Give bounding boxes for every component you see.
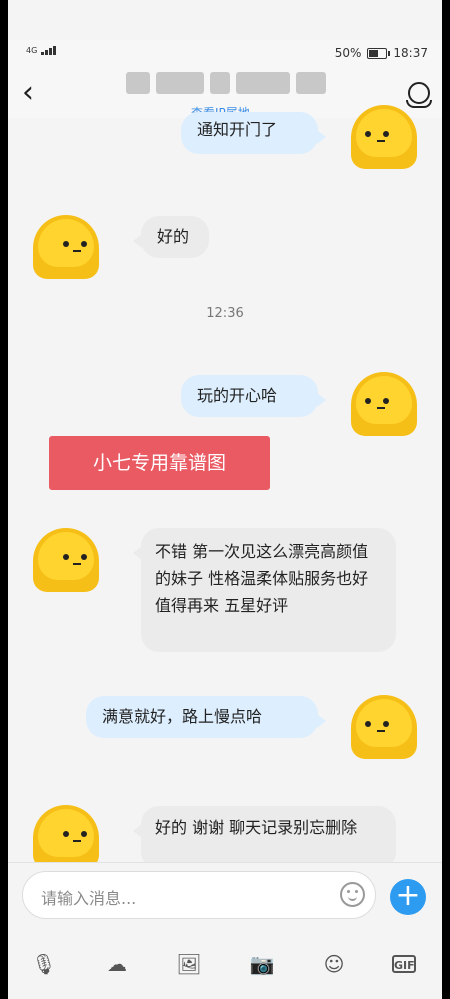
my-avatar[interactable] bbox=[351, 105, 417, 169]
clock: 18:37 bbox=[393, 46, 428, 60]
status-bar: 4G 50% 18:37 bbox=[8, 40, 442, 68]
message-out-2: 玩的开心哈 bbox=[181, 375, 326, 417]
message-text: 满意就好，路上慢点哈 bbox=[102, 707, 263, 726]
message-out-1: 通知开门了 bbox=[181, 112, 326, 154]
message-in-1: 好的 bbox=[133, 216, 209, 258]
chevron-left-icon[interactable]: ‹ bbox=[22, 78, 34, 108]
message-text: 好的 bbox=[157, 227, 190, 246]
microphone-icon[interactable]: 🎙 bbox=[29, 949, 59, 979]
network-label: 4G bbox=[26, 46, 38, 55]
cloud-icon[interactable]: ☁ bbox=[102, 949, 132, 979]
battery-icon bbox=[367, 47, 391, 59]
message-placeholder: 请输入消息... bbox=[41, 889, 137, 908]
chat-screen: 4G 50% 18:37 ‹ 查看IP属地 通知开门了 好的 12:36 bbox=[8, 0, 442, 999]
recommendation-button[interactable]: 小七专用靠谱图 bbox=[49, 436, 270, 490]
message-text: 通知开门了 bbox=[197, 120, 278, 139]
smile-icon[interactable]: ☺ bbox=[319, 949, 349, 979]
contact-name-blurred bbox=[126, 72, 336, 94]
contact-avatar[interactable] bbox=[33, 528, 99, 592]
message-text: 玩的开心哈 bbox=[197, 386, 278, 405]
message-text: 不错 第一次见这么漂亮高颜值的妹子 性格温柔体贴服务也好 值得再来 五星好评 bbox=[155, 542, 369, 615]
message-out-3: 满意就好，路上慢点哈 bbox=[86, 696, 326, 738]
signal-indicator: 4G bbox=[26, 46, 56, 55]
message-input[interactable]: 请输入消息... bbox=[22, 871, 376, 919]
battery-percent: 50% bbox=[334, 46, 362, 60]
input-toolbar: 🎙 ☁ 🖼 📷 ☺ GIF bbox=[8, 949, 442, 979]
emoji-icon[interactable] bbox=[340, 882, 365, 907]
gif-icon[interactable]: GIF bbox=[392, 955, 416, 973]
chat-input-bar: 请输入消息... + 🎙 ☁ 🖼 📷 ☺ GIF bbox=[8, 862, 442, 999]
message-timestamp: 12:36 bbox=[206, 306, 244, 321]
contact-avatar[interactable] bbox=[33, 805, 99, 869]
contact-avatar[interactable] bbox=[33, 215, 99, 279]
plus-icon[interactable]: + bbox=[390, 879, 426, 915]
my-avatar[interactable] bbox=[351, 695, 417, 759]
message-in-3: 好的 谢谢 聊天记录别忘删除 bbox=[133, 806, 396, 870]
image-icon[interactable]: 🖼 bbox=[174, 949, 204, 979]
camera-icon[interactable]: 📷 bbox=[247, 949, 277, 979]
profile-icon[interactable] bbox=[406, 82, 432, 108]
message-text: 好的 谢谢 聊天记录别忘删除 bbox=[155, 818, 358, 837]
message-in-2: 不错 第一次见这么漂亮高颜值的妹子 性格温柔体贴服务也好 值得再来 五星好评 bbox=[133, 528, 396, 652]
my-avatar[interactable] bbox=[351, 372, 417, 436]
